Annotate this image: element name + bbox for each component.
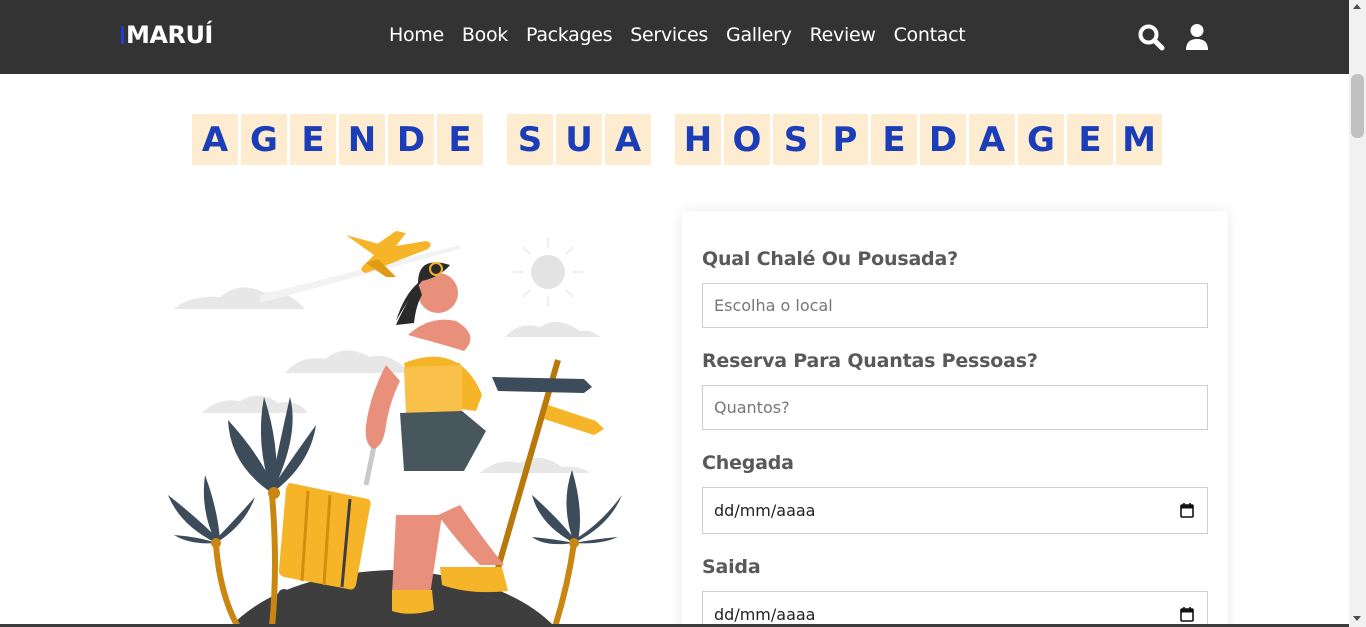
heading-word: SUA — [507, 114, 654, 165]
palm-tree-right — [532, 470, 622, 627]
people-label: Reserva Para Quantas Pessoas? — [702, 350, 1038, 372]
scroll-up-arrow-icon[interactable] — [1353, 4, 1361, 9]
heading-letter-tile: E — [1067, 114, 1113, 165]
heading-letter-tile: E — [290, 114, 336, 165]
heading-letter-tile: A — [192, 114, 238, 165]
heading-word: HOSPEDAGEM — [675, 114, 1165, 165]
booking-heading: AGENDESUAHOSPEDAGEM — [192, 114, 1165, 165]
calendar-icon[interactable] — [1180, 607, 1194, 622]
departure-label: Saida — [702, 556, 761, 578]
place-label: Qual Chalé Ou Pousada? — [702, 248, 958, 270]
user-icon[interactable] — [1185, 23, 1213, 51]
heading-letter-tile: D — [388, 114, 434, 165]
heading-letter-tile: S — [773, 114, 819, 165]
heading-letter-tile: A — [969, 114, 1015, 165]
nav-home[interactable]: Home — [389, 24, 444, 46]
page: MARUÍ Home Book Packages Services Galler… — [0, 0, 1366, 627]
search-icon[interactable] — [1137, 23, 1165, 51]
airplane — [346, 231, 431, 277]
sun — [513, 237, 583, 307]
logo-text: MARUÍ — [126, 21, 213, 49]
heading-letter-tile: D — [920, 114, 966, 165]
heading-letter-tile: G — [1018, 114, 1064, 165]
heading-word-gap — [654, 114, 675, 165]
place-input[interactable]: Escolha o local — [702, 283, 1208, 328]
scroll-down-arrow-icon[interactable] — [1353, 616, 1361, 621]
arrival-label: Chegada — [702, 452, 794, 474]
scroll-thumb[interactable] — [1351, 74, 1364, 138]
nav-packages[interactable]: Packages — [526, 24, 613, 46]
heading-letter-tile: A — [605, 114, 651, 165]
departure-date-input[interactable]: dd/mm/aaaa — [702, 591, 1208, 627]
heading-letter-tile: E — [871, 114, 917, 165]
heading-letter-tile: N — [339, 114, 385, 165]
heading-letter-tile: S — [507, 114, 553, 165]
nav-services[interactable]: Services — [630, 24, 708, 46]
header-icons — [1137, 23, 1213, 51]
nav-contact[interactable]: Contact — [894, 24, 966, 46]
heading-letter-tile: G — [241, 114, 287, 165]
logo[interactable]: MARUÍ — [121, 21, 213, 49]
main-nav: Home Book Packages Services Gallery Revi… — [389, 24, 983, 46]
arrival-date-value: dd/mm/aaaa — [714, 501, 816, 520]
traveler-illustration — [168, 231, 622, 627]
nav-gallery[interactable]: Gallery — [726, 24, 792, 46]
people-input[interactable]: Quantos? — [702, 385, 1208, 430]
heading-word: AGENDE — [192, 114, 486, 165]
arrival-date-input[interactable]: dd/mm/aaaa — [702, 487, 1208, 534]
header: MARUÍ Home Book Packages Services Galler… — [0, 0, 1349, 74]
heading-letter-tile: O — [724, 114, 770, 165]
nav-book[interactable]: Book — [462, 24, 508, 46]
nav-review[interactable]: Review — [810, 24, 876, 46]
departure-date-value: dd/mm/aaaa — [714, 605, 816, 624]
heading-word-gap — [486, 114, 507, 165]
heading-letter-tile: M — [1116, 114, 1162, 165]
vertical-scrollbar[interactable] — [1349, 0, 1366, 627]
heading-letter-tile: P — [822, 114, 868, 165]
booking-form: Qual Chalé Ou Pousada? Escolha o local R… — [682, 211, 1228, 627]
traveler-person — [365, 262, 508, 614]
heading-letter-tile: U — [556, 114, 602, 165]
heading-letter-tile: E — [437, 114, 483, 165]
heading-letter-tile: H — [675, 114, 721, 165]
calendar-icon[interactable] — [1180, 503, 1194, 518]
logo-mark — [121, 26, 124, 44]
